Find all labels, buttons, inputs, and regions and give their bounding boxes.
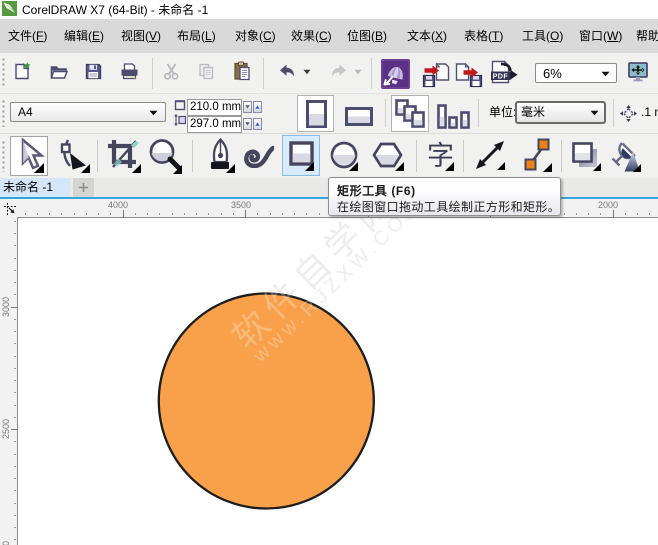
svg-text:PDF: PDF: [493, 72, 509, 81]
